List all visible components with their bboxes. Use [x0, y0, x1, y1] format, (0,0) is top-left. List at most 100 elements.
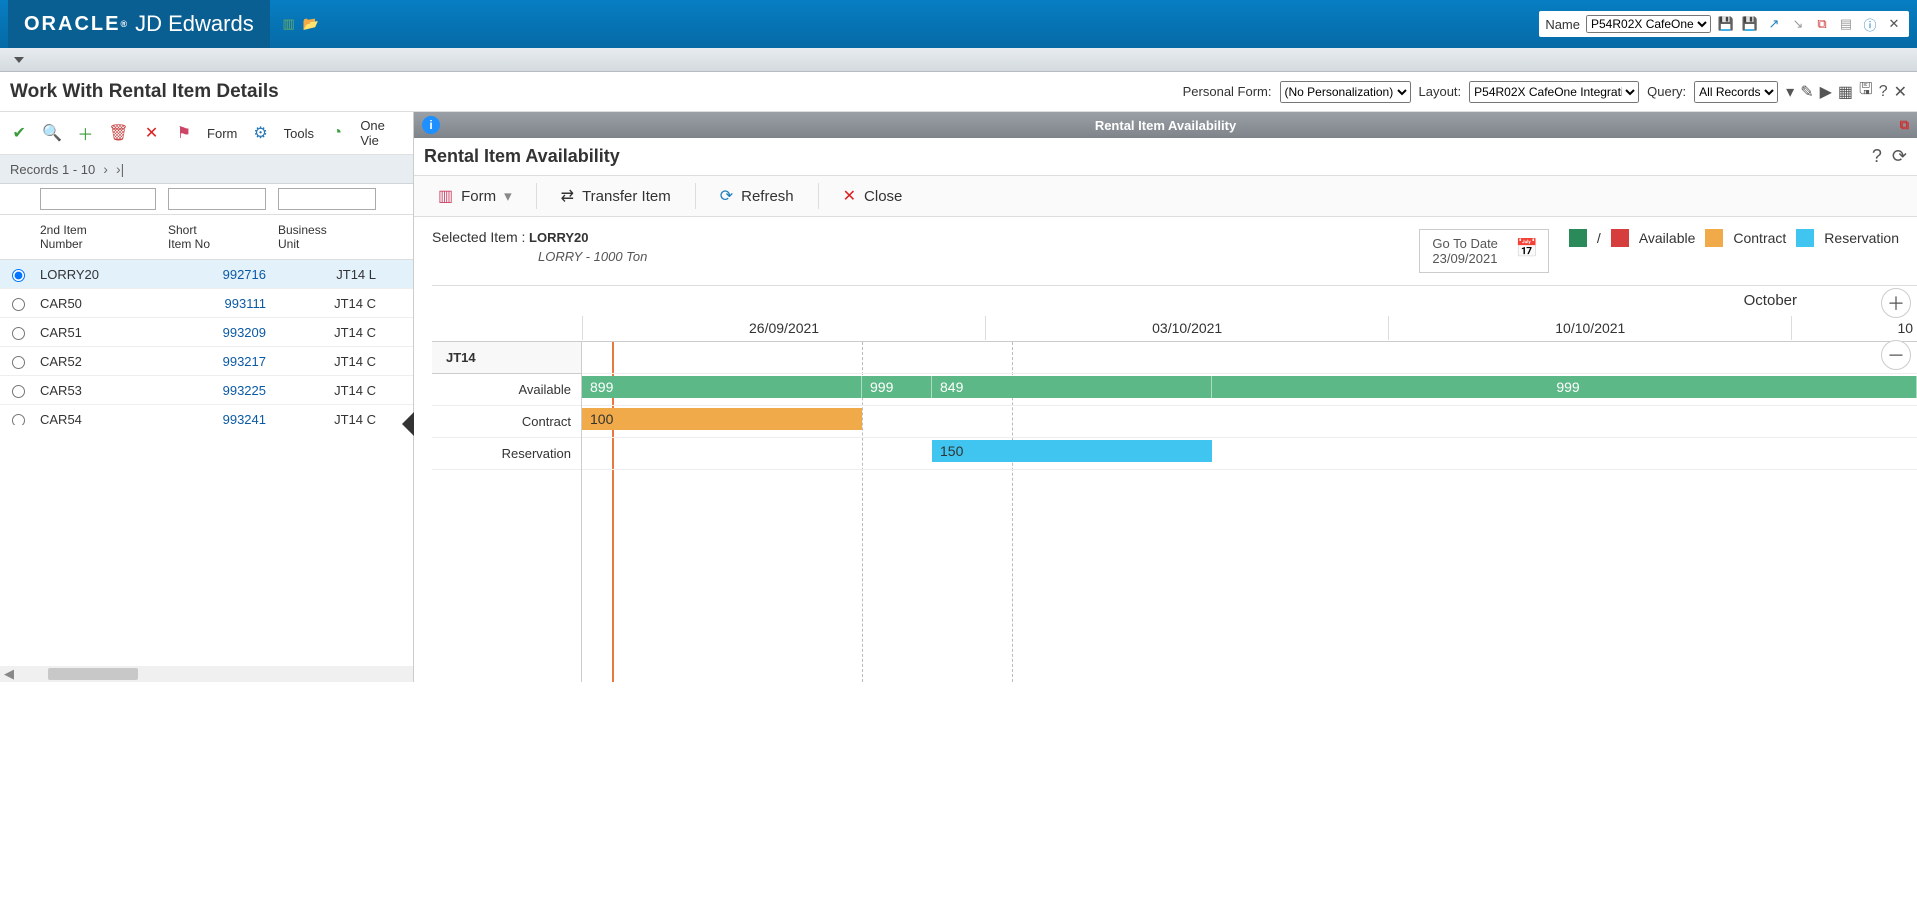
contract-seg-0[interactable]: 100 — [582, 408, 862, 430]
sub-help-icon[interactable]: ? — [1872, 146, 1882, 167]
brand-logo: ORACLE — [24, 13, 120, 36]
right-pane: i Rental Item Availability ⧉ Rental Item… — [414, 112, 1917, 682]
table-row[interactable]: CAR53993225JT14 C — [0, 376, 413, 405]
goto-label: Go To Date — [1432, 236, 1498, 251]
cell-short-item[interactable]: 992716 — [162, 267, 272, 282]
info-badge-icon[interactable]: i — [422, 116, 440, 134]
reservation-seg-0[interactable]: 150 — [932, 440, 1212, 462]
delete-layout-icon[interactable]: ⧉ — [1813, 15, 1831, 33]
filter-2nd-item[interactable] — [40, 188, 156, 210]
filter-business-unit[interactable] — [278, 188, 376, 210]
transfer-button[interactable]: ⇄ Transfer Item — [551, 182, 681, 210]
cell-bu: JT14 C — [272, 383, 382, 398]
cell-short-item[interactable]: 993225 — [162, 383, 272, 398]
table-row[interactable]: LORRY20992716JT14 L — [0, 260, 413, 289]
close-app-icon[interactable]: ✕ — [1885, 15, 1903, 33]
layout-select[interactable]: P54R02X CafeOne Integration — [1469, 81, 1639, 103]
oneview-icon[interactable]: ◔ — [328, 123, 346, 143]
save-as-icon[interactable]: 💾 — [1741, 15, 1759, 33]
available-seg-2[interactable]: 849 — [932, 376, 1212, 398]
form-menu-button[interactable]: ▥ Form ▾ — [428, 182, 522, 210]
run-query-icon[interactable]: ▶ — [1820, 82, 1832, 102]
legend: / Available Contract Reservation — [1569, 229, 1899, 247]
oneview-label[interactable]: One Vie — [360, 118, 403, 148]
info-icon[interactable]: ⓘ — [1861, 15, 1879, 33]
col-header-2nd-item[interactable]: 2nd Item Number — [34, 219, 162, 255]
breadcrumb-dropdown-icon[interactable] — [14, 57, 24, 63]
table-row[interactable]: CAR52993217JT14 C — [0, 347, 413, 376]
date-col-2: 10/10/2021 — [1388, 316, 1791, 340]
cell-2nd-item: CAR54 — [34, 412, 162, 426]
name-select[interactable]: P54R02X CafeOne — [1586, 15, 1711, 33]
available-seg-3[interactable]: 999 — [1212, 376, 1917, 398]
help-icon[interactable]: ? — [1879, 83, 1888, 101]
frame-title: Rental Item Availability — [414, 118, 1917, 133]
close-icon[interactable]: ✕ — [142, 123, 160, 143]
row-radio[interactable] — [12, 298, 25, 311]
notes-icon[interactable]: ▤ — [1837, 15, 1855, 33]
row-radio[interactable] — [12, 385, 25, 398]
left-pane-h-scroll[interactable]: ◀ — [0, 666, 413, 682]
save-icon[interactable]: 💾 — [1717, 15, 1735, 33]
delete-icon[interactable]: 🗑 — [108, 123, 128, 143]
personal-form-select[interactable]: (No Personalization) — [1280, 81, 1411, 103]
cell-short-item[interactable]: 993217 — [162, 354, 272, 369]
ok-icon[interactable]: ✔ — [10, 123, 28, 143]
form-menu-icon: ▥ — [438, 186, 453, 206]
row-radio[interactable] — [12, 414, 25, 425]
col-header-business-unit[interactable]: Business Unit — [272, 219, 382, 255]
work-header-controls: Personal Form: (No Personalization) Layo… — [1183, 78, 1907, 105]
cell-short-item[interactable]: 993241 — [162, 412, 272, 426]
tools-menu-label[interactable]: Tools — [284, 126, 314, 141]
table-row[interactable]: CAR50993111JT14 C — [0, 289, 413, 318]
open-folder-icon[interactable]: 📂 — [302, 15, 320, 33]
filter-short-item[interactable] — [168, 188, 266, 210]
frame-close-icon[interactable]: ⧉ — [1900, 117, 1909, 133]
close-page-icon[interactable]: ✕ — [1894, 82, 1907, 102]
selected-item-row: Selected Item : LORRY20 LORRY - 1000 Ton… — [414, 217, 1917, 285]
cell-short-item[interactable]: 993111 — [162, 296, 272, 311]
sub-refresh-icon[interactable]: ⟳ — [1892, 146, 1907, 167]
add-icon[interactable]: ＋ — [76, 123, 94, 143]
legend-blue-swatch — [1796, 229, 1814, 247]
available-seg-0[interactable]: 899 — [582, 376, 862, 398]
row-radio[interactable] — [12, 356, 25, 369]
form-menu-label[interactable]: Form — [207, 126, 237, 141]
import-icon[interactable]: ↘ — [1789, 15, 1807, 33]
query-select[interactable]: All Records — [1694, 81, 1778, 103]
cell-short-item[interactable]: 993209 — [162, 325, 272, 340]
date-col-0: 26/09/2021 — [582, 316, 985, 340]
table-row[interactable]: CAR51993209JT14 C — [0, 318, 413, 347]
row-radio[interactable] — [12, 327, 25, 340]
row-radio[interactable] — [12, 269, 25, 282]
table-row[interactable]: CAR54993241JT14 C — [0, 405, 413, 425]
refresh-icon: ⟳ — [720, 186, 733, 206]
search-icon[interactable]: 🔍 — [42, 123, 62, 143]
refresh-button[interactable]: ⟳ Refresh — [710, 182, 804, 210]
goto-date-box[interactable]: Go To Date 23/09/2021 📅 — [1419, 229, 1549, 273]
new-page-icon[interactable]: ▥ — [280, 15, 298, 33]
last-page-icon[interactable]: ›| — [116, 161, 124, 177]
zoom-in-button[interactable]: ＋ — [1881, 288, 1911, 318]
bars-area[interactable]: 899 999 849 999 100 150 — [582, 342, 1917, 682]
calendar-icon[interactable]: 📅 — [1516, 238, 1538, 259]
col-header-short-item[interactable]: Short Item No — [162, 219, 272, 255]
tools-gear-icon[interactable]: ⚙ — [251, 123, 269, 143]
bu-row-label: JT14 — [432, 342, 581, 374]
selected-desc: LORRY - 1000 Ton — [538, 249, 647, 264]
filter-icon[interactable]: ▾ — [1786, 82, 1794, 102]
close-button[interactable]: ✕ Close — [833, 182, 913, 210]
bar-row-available: 899 999 849 999 — [582, 374, 1917, 406]
right-sub-header: Rental Item Availability ? ⟳ — [414, 138, 1917, 175]
edit-query-icon[interactable]: ✎ — [1800, 82, 1813, 102]
chevron-down-icon: ▾ — [504, 187, 512, 205]
save-query-icon[interactable]: 🖫 — [1859, 78, 1873, 105]
export-icon[interactable]: ↗ — [1765, 15, 1783, 33]
next-page-icon[interactable]: › — [103, 161, 108, 177]
breadcrumb-bar — [0, 48, 1917, 72]
grid-format-icon[interactable]: ▦ — [1838, 82, 1853, 102]
available-seg-1[interactable]: 999 — [862, 376, 932, 398]
form-flag-icon[interactable]: ⚑ — [175, 123, 193, 143]
legend-available: Available — [1639, 230, 1696, 246]
transfer-icon: ⇄ — [561, 186, 574, 206]
